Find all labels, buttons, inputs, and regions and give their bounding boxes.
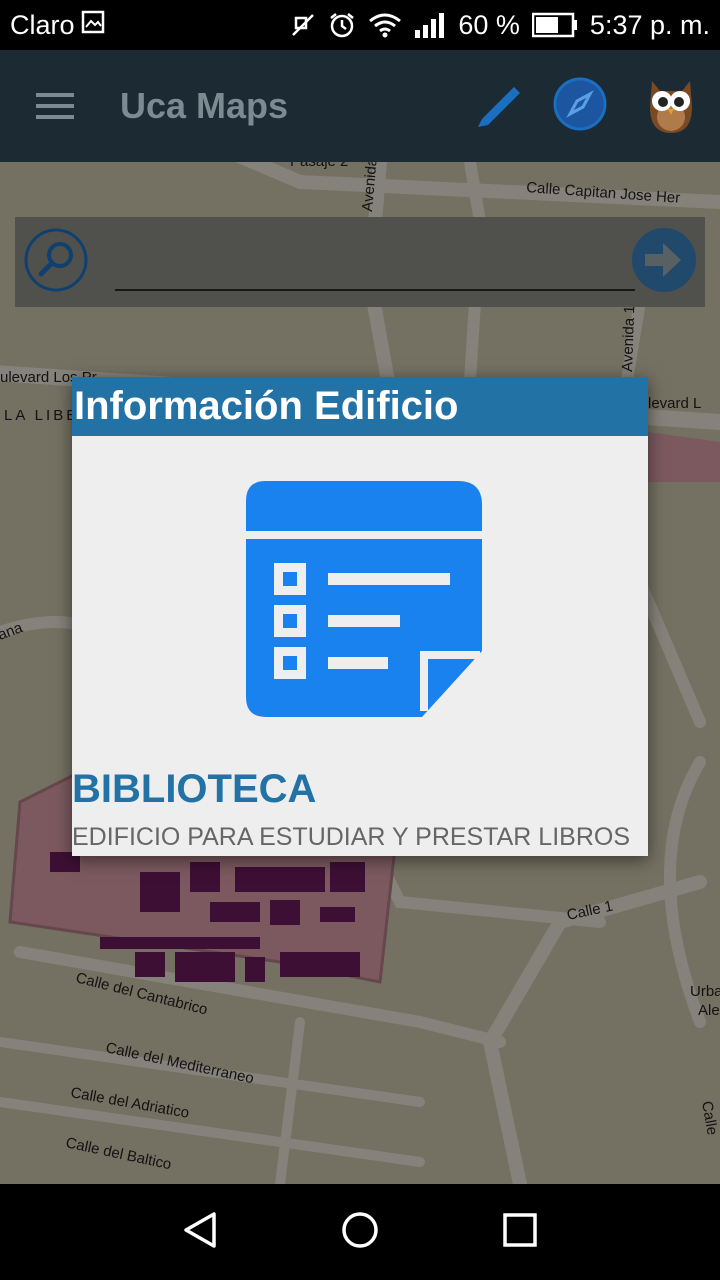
- signal-icon: [414, 12, 446, 38]
- recents-square-icon[interactable]: [500, 1210, 540, 1255]
- compass-icon[interactable]: [552, 76, 608, 137]
- document-list-icon: [244, 479, 484, 724]
- system-nav-bar: [0, 1184, 720, 1280]
- alarm-icon: [328, 11, 356, 39]
- back-triangle-icon[interactable]: [180, 1210, 220, 1255]
- pencil-edit-icon[interactable]: [472, 79, 522, 134]
- carrier-label: Claro: [10, 9, 75, 40]
- hamburger-menu-icon[interactable]: [0, 50, 110, 162]
- building-description: EDIFICIO PARA ESTUDIAR Y PRESTAR LIBROS: [72, 823, 631, 851]
- battery-icon: [531, 12, 578, 38]
- dialog-header: Información Edificio: [72, 377, 648, 436]
- clock: 5:37 p. m.: [589, 9, 710, 40]
- status-bar: Claro 60 % 5:37 p. m.: [0, 0, 720, 50]
- app-bar: Uca Maps: [0, 50, 720, 162]
- building-info-dialog: Información Edificio BIBLIOTECA EDIFICIO…: [72, 377, 648, 856]
- battery-percent: 60 %: [458, 9, 520, 40]
- mute-vibrate-icon: [290, 12, 316, 38]
- wifi-icon: [368, 12, 402, 38]
- building-name: BIBLIOTECA: [72, 767, 317, 811]
- app-title: Uca Maps: [120, 85, 289, 126]
- home-circle-icon[interactable]: [340, 1210, 380, 1255]
- owl-avatar-icon[interactable]: [638, 71, 704, 142]
- image-notification-icon: [81, 10, 105, 41]
